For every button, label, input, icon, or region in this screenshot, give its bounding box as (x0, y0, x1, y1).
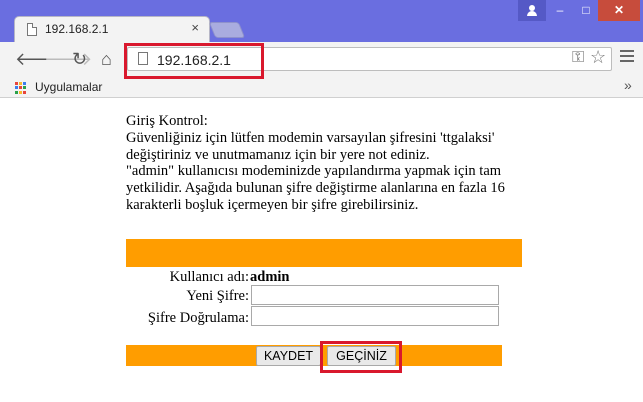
menu-icon[interactable] (620, 50, 634, 62)
maximize-button[interactable]: □ (574, 0, 598, 21)
username-label: Kullanıcı adı: (169, 269, 249, 285)
browser-titlebar: 192.168.2.1 × – □ ✕ (0, 0, 643, 42)
bookmark-apps-link[interactable]: Uygulamalar (35, 80, 102, 94)
page-icon (27, 23, 37, 36)
new-tab-button[interactable] (208, 22, 246, 38)
bookmarks-more-icon[interactable]: » (624, 77, 632, 93)
page-content: Giriş Kontrol: Güvenliğiniz için lütfen … (126, 113, 526, 214)
page-title: Giriş Kontrol: (126, 113, 208, 129)
star-icon[interactable]: ☆ (590, 47, 606, 68)
user-icon (527, 5, 537, 16)
tab-close-icon[interactable]: × (191, 20, 199, 35)
notice-paragraph-1: Güvenliğiniz için lütfen modemin varsayı… (126, 129, 495, 163)
close-window-button[interactable]: ✕ (598, 0, 640, 21)
skip-button-highlight-box (320, 341, 402, 373)
bookmarks-bar: Uygulamalar » (0, 76, 643, 98)
new-password-field[interactable] (251, 285, 499, 305)
profile-button[interactable] (518, 0, 546, 21)
reload-icon[interactable]: ↻ (72, 50, 87, 68)
save-button[interactable]: KAYDET (256, 346, 321, 366)
notice-paragraph-2: "admin" kullanıcısı modeminizde yapıland… (126, 163, 505, 213)
browser-toolbar: 🡐 🡒 ↻ ⌂ 192.168.2.1 (0, 42, 643, 76)
apps-grid-icon[interactable] (15, 82, 27, 94)
key-icon[interactable]: ⚿ (572, 49, 584, 67)
new-password-label: Yeni Şifre: (186, 288, 249, 304)
url-highlight-box (124, 43, 264, 79)
tab-title: 192.168.2.1 (45, 22, 109, 36)
confirm-password-label: Şifre Doğrulama: (147, 310, 249, 326)
confirm-password-field[interactable] (251, 306, 499, 326)
home-icon[interactable]: ⌂ (101, 50, 112, 68)
header-band (126, 239, 522, 267)
username-value: admin (250, 269, 290, 285)
browser-tab[interactable]: 192.168.2.1 × (14, 16, 210, 42)
minimize-button[interactable]: – (548, 0, 572, 21)
